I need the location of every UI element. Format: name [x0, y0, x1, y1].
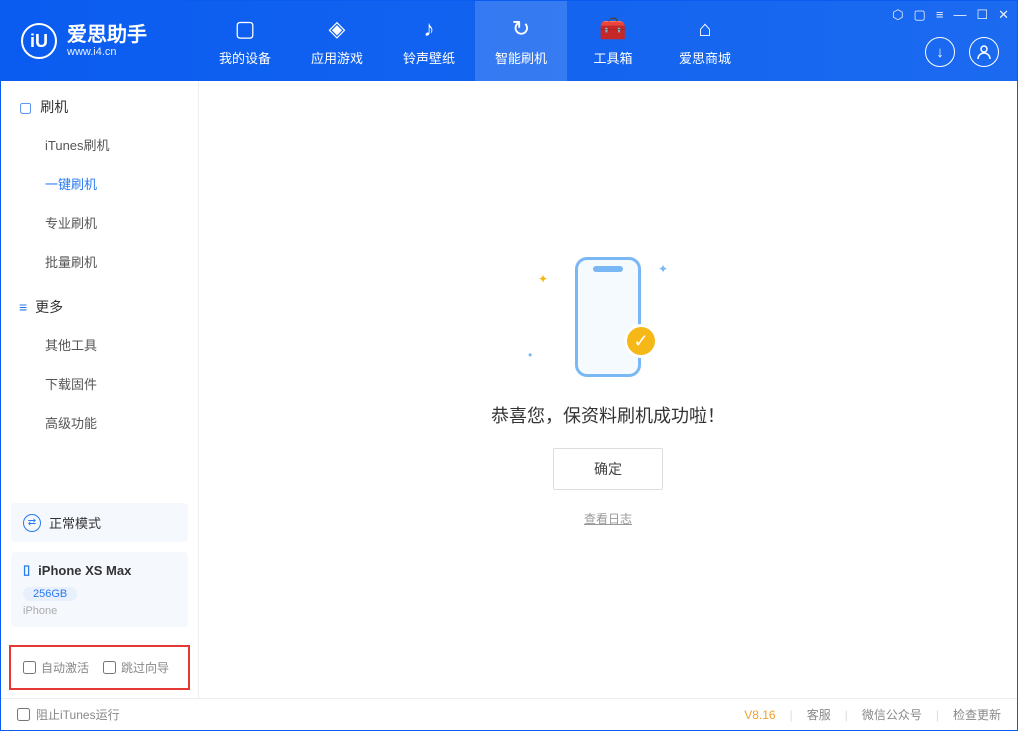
header-action-buttons: ↓ — [925, 37, 999, 67]
tab-my-device[interactable]: ▢我的设备 — [199, 1, 291, 81]
section-flash-title: 刷机 — [40, 97, 68, 117]
header-bar: iU 爱思助手 www.i4.cn ▢我的设备 ◈应用游戏 ♪铃声壁纸 ↻智能刷… — [1, 1, 1017, 81]
ok-button[interactable]: 确定 — [553, 448, 663, 490]
tab-ringtones[interactable]: ♪铃声壁纸 — [383, 1, 475, 81]
section-flash: ▢ 刷机 — [1, 81, 198, 125]
ringtone-icon: ♪ — [424, 16, 435, 42]
logo-area: iU 爱思助手 www.i4.cn — [1, 23, 199, 59]
app-logo-icon: iU — [21, 23, 57, 59]
tab-smart-flash[interactable]: ↻智能刷机 — [475, 1, 567, 81]
check-badge-icon: ✓ — [624, 324, 658, 358]
apps-icon: ◈ — [329, 16, 346, 42]
download-button[interactable]: ↓ — [925, 37, 955, 67]
success-message: 恭喜您，保资料刷机成功啦！ — [491, 402, 725, 428]
checkbox-highlight: 自动激活 跳过向导 — [9, 645, 190, 690]
block-itunes-checkbox[interactable]: 阻止iTunes运行 — [17, 706, 120, 723]
block-itunes-label: 阻止iTunes运行 — [36, 706, 120, 723]
sparkle-icon: • — [528, 348, 532, 362]
skip-guide-label: 跳过向导 — [121, 659, 169, 676]
view-log-link[interactable]: 查看日志 — [584, 510, 632, 527]
device-storage: 256GB — [23, 587, 77, 601]
tab-store[interactable]: ⌂爱思商城 — [659, 1, 751, 81]
list-icon[interactable]: ≡ — [936, 7, 944, 23]
checkbox-skip-guide[interactable]: 跳过向导 — [103, 659, 169, 676]
sparkle-icon: ✦ — [538, 272, 548, 286]
toolbox-icon: 🧰 — [599, 16, 626, 42]
nav-other-tools[interactable]: 其他工具 — [1, 325, 198, 364]
close-button[interactable]: ✕ — [998, 7, 1009, 23]
device-mode[interactable]: ⇄ 正常模式 — [11, 503, 188, 542]
version-label: V8.16 — [744, 708, 775, 722]
store-icon: ⌂ — [698, 16, 711, 42]
nav-onekey-flash[interactable]: 一键刷机 — [1, 164, 198, 203]
link-support[interactable]: 客服 — [807, 706, 831, 723]
device-icon: ▢ — [235, 16, 256, 42]
device-type: iPhone — [23, 605, 176, 617]
device-name: iPhone XS Max — [38, 563, 131, 578]
tab-apps-games[interactable]: ◈应用游戏 — [291, 1, 383, 81]
app-subtitle: www.i4.cn — [67, 46, 147, 58]
mode-label: 正常模式 — [49, 513, 101, 532]
auto-activate-input[interactable] — [23, 661, 36, 674]
square-icon[interactable]: ▢ — [914, 7, 926, 23]
body: ▢ 刷机 iTunes刷机 一键刷机 专业刷机 批量刷机 ≡ 更多 其他工具 下… — [1, 81, 1017, 698]
flash-icon: ↻ — [512, 16, 530, 42]
phone-illustration-icon — [575, 257, 641, 377]
nav-itunes-flash[interactable]: iTunes刷机 — [1, 125, 198, 164]
app-title: 爱思助手 — [67, 24, 147, 46]
device-phone-icon: ▯ — [23, 562, 30, 578]
app-window: iU 爱思助手 www.i4.cn ▢我的设备 ◈应用游戏 ♪铃声壁纸 ↻智能刷… — [0, 0, 1018, 731]
tab-toolbox[interactable]: 🧰工具箱 — [567, 1, 659, 81]
link-check-update[interactable]: 检查更新 — [953, 706, 1001, 723]
status-right: V8.16 | 客服 | 微信公众号 | 检查更新 — [744, 706, 1001, 723]
status-bar: 阻止iTunes运行 V8.16 | 客服 | 微信公众号 | 检查更新 — [1, 698, 1017, 730]
success-illustration: ✦ ✦ • ✓ — [508, 252, 708, 382]
skip-guide-input[interactable] — [103, 661, 116, 674]
maximize-button[interactable]: ☐ — [976, 7, 988, 23]
device-info[interactable]: ▯ iPhone XS Max 256GB iPhone — [11, 552, 188, 627]
nav-download-firmware[interactable]: 下载固件 — [1, 364, 198, 403]
phone-icon: ▢ — [19, 99, 32, 116]
mode-icon: ⇄ — [23, 514, 41, 532]
nav-batch-flash[interactable]: 批量刷机 — [1, 242, 198, 281]
nav-advanced[interactable]: 高级功能 — [1, 403, 198, 442]
hex-icon[interactable]: ⬡ — [892, 7, 903, 23]
nav-pro-flash[interactable]: 专业刷机 — [1, 203, 198, 242]
device-panel: ⇄ 正常模式 ▯ iPhone XS Max 256GB iPhone — [11, 503, 188, 627]
block-itunes-input[interactable] — [17, 708, 30, 721]
user-button[interactable] — [969, 37, 999, 67]
minimize-button[interactable]: — — [953, 7, 966, 23]
auto-activate-label: 自动激活 — [41, 659, 89, 676]
logo-text: 爱思助手 www.i4.cn — [67, 24, 147, 58]
sidebar: ▢ 刷机 iTunes刷机 一键刷机 专业刷机 批量刷机 ≡ 更多 其他工具 下… — [1, 81, 199, 698]
user-icon — [976, 44, 992, 60]
section-more: ≡ 更多 — [1, 281, 198, 325]
sparkle-icon: ✦ — [658, 262, 668, 276]
main-content: ✦ ✦ • ✓ 恭喜您，保资料刷机成功啦！ 确定 查看日志 — [199, 81, 1017, 698]
checkbox-auto-activate[interactable]: 自动激活 — [23, 659, 89, 676]
top-tabs: ▢我的设备 ◈应用游戏 ♪铃声壁纸 ↻智能刷机 🧰工具箱 ⌂爱思商城 — [199, 1, 751, 81]
window-controls: ⬡ ▢ ≡ — ☐ ✕ — [892, 7, 1009, 23]
more-icon: ≡ — [19, 299, 27, 315]
link-wechat[interactable]: 微信公众号 — [862, 706, 922, 723]
section-more-title: 更多 — [35, 297, 63, 317]
